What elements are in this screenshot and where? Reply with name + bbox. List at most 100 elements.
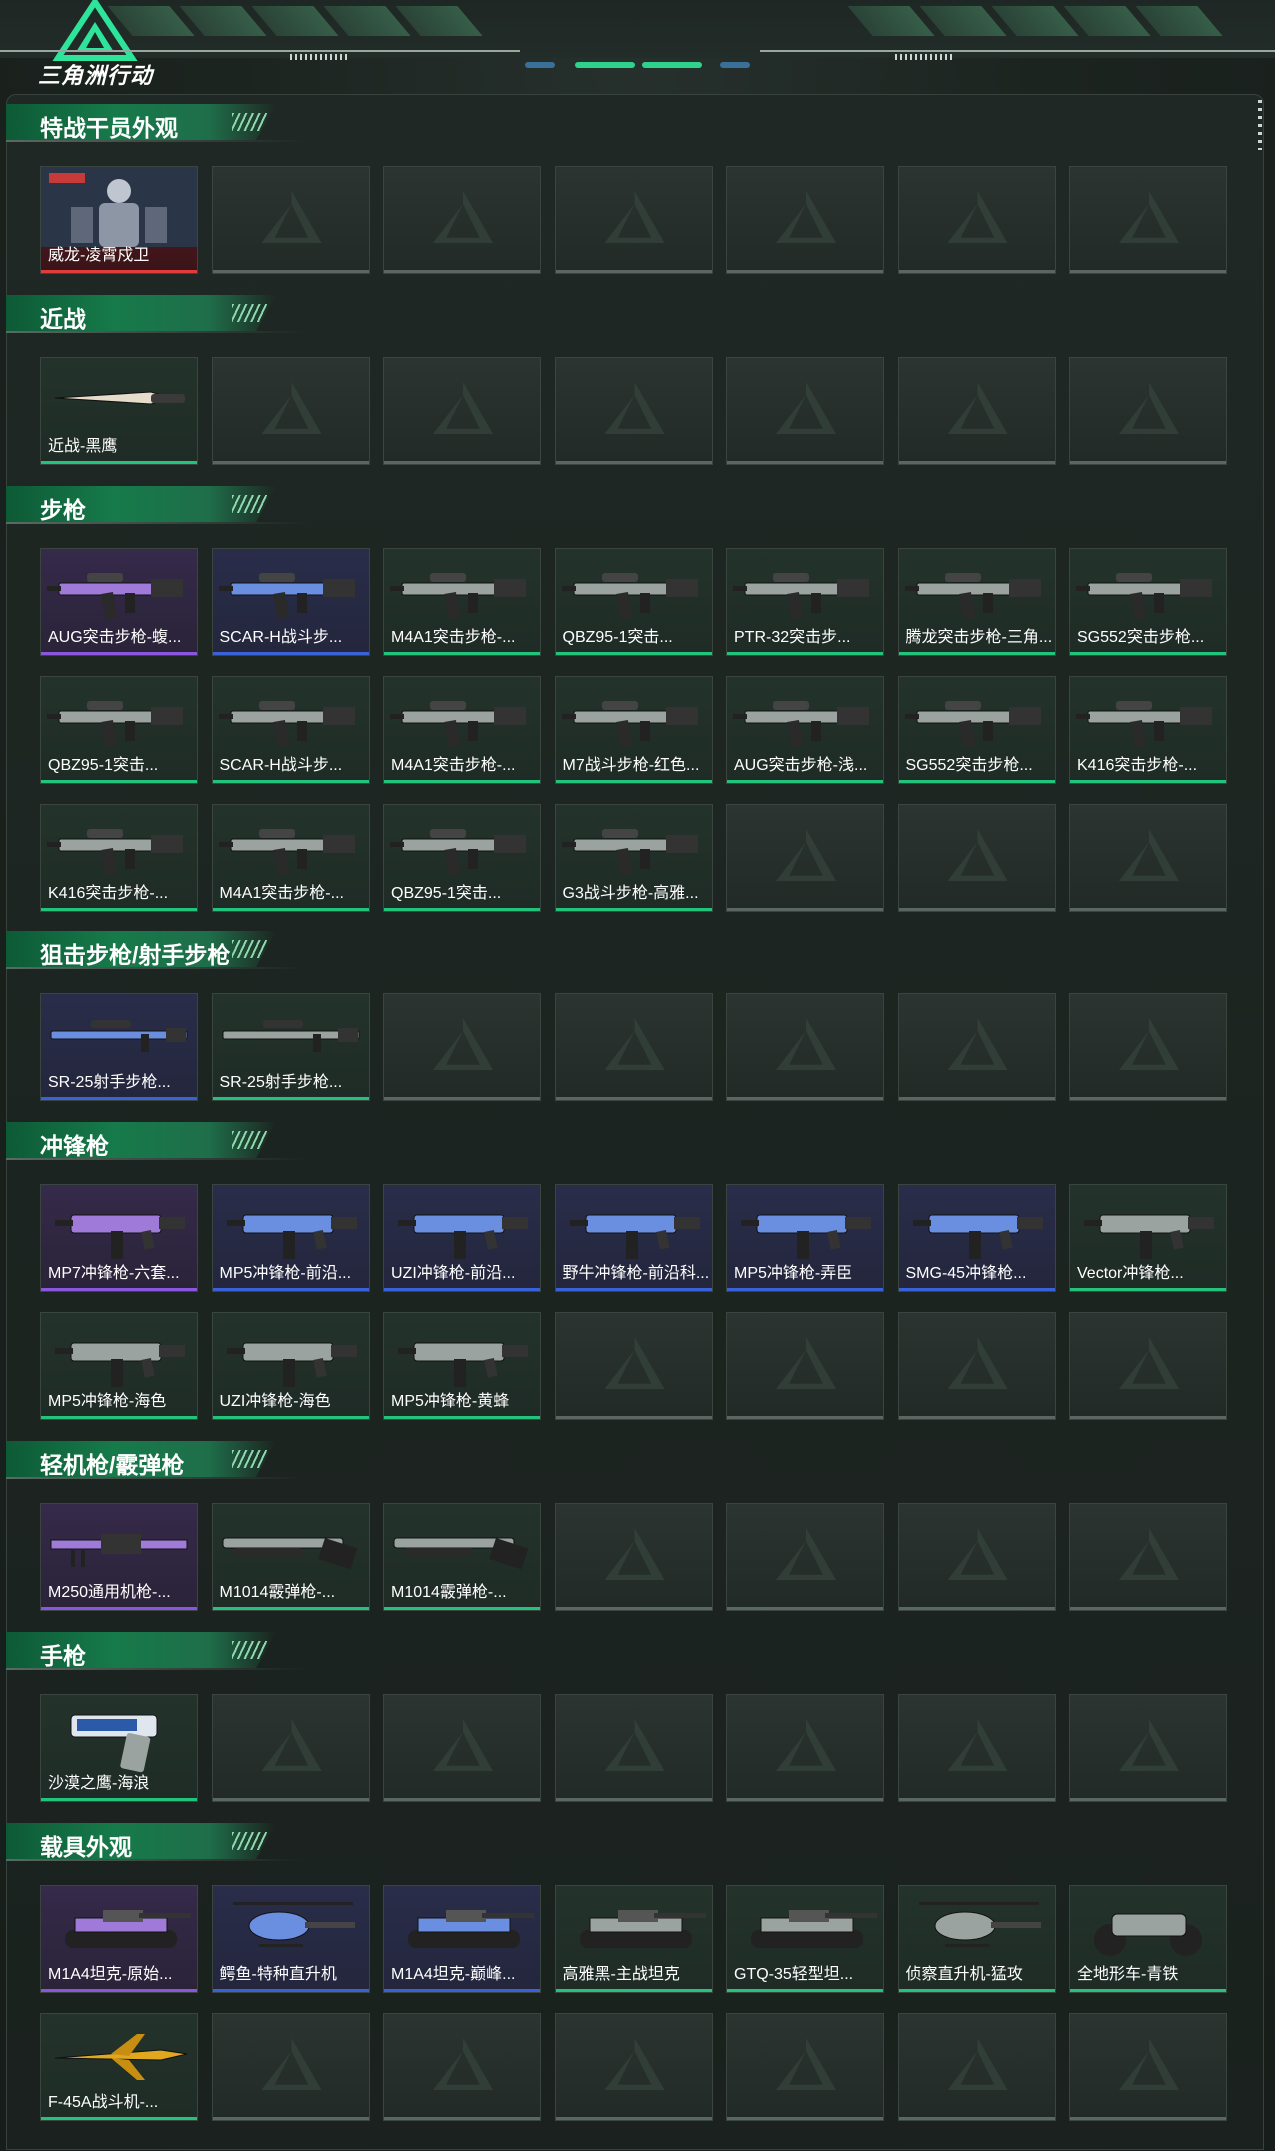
item-card[interactable]: MP5冲锋枪-弄臣 — [726, 1184, 884, 1292]
item-card[interactable]: SCAR-H战斗步... — [211, 676, 370, 784]
slot-bar — [1070, 1607, 1226, 1610]
section-header: 特战干员外观 — [6, 104, 276, 140]
item-card[interactable]: QBZ95-1突击... — [40, 676, 198, 784]
item-card[interactable]: SR-25射手步枪... — [211, 993, 370, 1101]
item-card[interactable]: SCAR-H战斗步... — [211, 548, 370, 656]
rarity-bar — [555, 1288, 712, 1291]
slot-bar — [898, 270, 1055, 273]
rifle-icon — [47, 573, 183, 620]
empty-slot — [726, 1503, 884, 1611]
scrollbar-dots[interactable] — [1258, 100, 1262, 150]
item-label: M4A1突击步枪-... — [391, 757, 516, 774]
empty-slot — [383, 357, 541, 465]
slot-bar — [555, 1798, 712, 1801]
rifle-icon — [390, 829, 526, 876]
item-card[interactable]: M1014霰弹枪-... — [383, 1503, 541, 1611]
slot-bar — [727, 1607, 883, 1610]
item-card[interactable]: M250通用机枪-... — [40, 1503, 198, 1611]
item-card[interactable]: 全地形车-青铁 — [1069, 1885, 1227, 1993]
empty-slot — [1069, 1503, 1227, 1611]
tank-icon — [408, 1910, 534, 1948]
item-card[interactable]: 沙漠之鹰-海浪 — [40, 1694, 198, 1802]
item-card[interactable]: K416突击步枪-... — [1069, 676, 1227, 784]
item-card[interactable]: F-45A战斗机-... — [40, 2013, 198, 2121]
item-card[interactable]: M1A4坦克-巅峰... — [383, 1885, 541, 1993]
item-card[interactable]: M1014霰弹枪-... — [211, 1503, 370, 1611]
item-card[interactable]: QBZ95-1突击... — [554, 548, 713, 656]
item-card[interactable]: K416突击步枪-... — [40, 804, 198, 912]
rifle-icon — [733, 701, 869, 748]
item-card[interactable]: 腾龙突击步枪-三角... — [897, 548, 1056, 656]
lmg-icon — [50, 1534, 188, 1567]
item-card[interactable]: GTQ-35轻型坦... — [726, 1885, 884, 1993]
rarity-bar — [212, 1607, 369, 1610]
slot-bar — [1070, 908, 1226, 911]
rarity-bar — [555, 780, 712, 783]
item-card[interactable]: M4A1突击步枪-... — [383, 548, 541, 656]
item-label: MP5冲锋枪-弄臣 — [734, 1265, 853, 1282]
item-card[interactable]: 鳄鱼-特种直升机 — [211, 1885, 370, 1993]
tank-icon — [751, 1910, 877, 1948]
smg-icon — [912, 1214, 1043, 1259]
item-card[interactable]: AUG突击步枪-浅... — [726, 676, 884, 784]
item-label: SMG-45冲锋枪... — [905, 1265, 1027, 1282]
empty-slot — [897, 804, 1056, 912]
rarity-bar — [41, 1989, 197, 1992]
rarity-bar — [212, 1097, 369, 1100]
item-label: M1A4坦克-巅峰... — [391, 1966, 516, 1983]
item-card[interactable]: MP7冲锋枪-六套... — [40, 1184, 198, 1292]
item-card[interactable]: M4A1突击步枪-... — [383, 676, 541, 784]
item-card[interactable]: M1A4坦克-原始... — [40, 1885, 198, 1993]
item-card[interactable]: MP5冲锋枪-海色 — [40, 1312, 198, 1420]
item-card[interactable]: 侦察直升机-猛攻 — [897, 1885, 1056, 1993]
section-title: 步枪 — [40, 497, 86, 523]
rarity-bar — [727, 1288, 883, 1291]
rifle-icon — [1076, 573, 1212, 620]
empty-slot — [383, 993, 541, 1101]
item-card[interactable]: SG552突击步枪... — [897, 676, 1056, 784]
item-card[interactable]: SG552突击步枪... — [1069, 548, 1227, 656]
section-title: 狙击步枪/射手步枪 — [40, 942, 231, 968]
section-header: 步枪 — [6, 486, 276, 522]
item-card[interactable]: SMG-45冲锋枪... — [897, 1184, 1056, 1292]
item-card[interactable]: MP5冲锋枪-黄蜂 — [383, 1312, 541, 1420]
empty-slot — [726, 357, 884, 465]
item-card[interactable]: SR-25射手步枪... — [40, 993, 198, 1101]
empty-slot — [554, 993, 713, 1101]
smg-icon — [398, 1342, 528, 1387]
smg-icon — [55, 1342, 185, 1387]
item-card[interactable]: QBZ95-1突击... — [383, 804, 541, 912]
item-card[interactable]: 野牛冲锋枪-前沿科... — [554, 1184, 713, 1292]
item-label: UZI冲锋枪-海色 — [219, 1393, 331, 1410]
item-card[interactable]: 近战-黑鹰 — [40, 357, 198, 465]
item-label: Vector冲锋枪... — [1077, 1265, 1184, 1282]
rarity-bar — [898, 1288, 1055, 1291]
item-card[interactable]: UZI冲锋枪-前沿... — [383, 1184, 541, 1292]
slot-bar — [384, 270, 540, 273]
item-card[interactable]: M4A1突击步枪-... — [211, 804, 370, 912]
item-card[interactable]: PTR-32突击步... — [726, 548, 884, 656]
header-line-right — [760, 50, 1275, 52]
item-label: GTQ-35轻型坦... — [734, 1966, 854, 1983]
item-label: AUG突击步枪-浅... — [734, 757, 868, 774]
item-card[interactable]: M7战斗步枪-红色... — [554, 676, 713, 784]
item-card[interactable]: 高雅黑-主战坦克 — [554, 1885, 713, 1993]
item-card[interactable]: Vector冲锋枪... — [1069, 1184, 1227, 1292]
item-card[interactable]: AUG突击步枪-蝮... — [40, 548, 198, 656]
item-card[interactable]: 威龙-凌霄戍卫 — [40, 166, 198, 274]
rarity-bar — [384, 1416, 540, 1419]
section-title: 近战 — [40, 306, 86, 332]
section-underline — [6, 1477, 306, 1479]
empty-slot — [383, 166, 541, 274]
slot-bar — [898, 1798, 1055, 1801]
empty-slot — [211, 2013, 370, 2121]
item-card[interactable]: G3战斗步枪-高雅... — [554, 804, 713, 912]
item-label: F-45A战斗机-... — [48, 2094, 159, 2111]
slot-bar — [384, 2117, 540, 2120]
rifle-icon — [733, 573, 869, 620]
item-card[interactable]: UZI冲锋枪-海色 — [211, 1312, 370, 1420]
sniper-icon — [50, 1020, 188, 1052]
item-card[interactable]: MP5冲锋枪-前沿... — [211, 1184, 370, 1292]
slot-bar — [555, 270, 712, 273]
rarity-bar — [212, 908, 369, 911]
